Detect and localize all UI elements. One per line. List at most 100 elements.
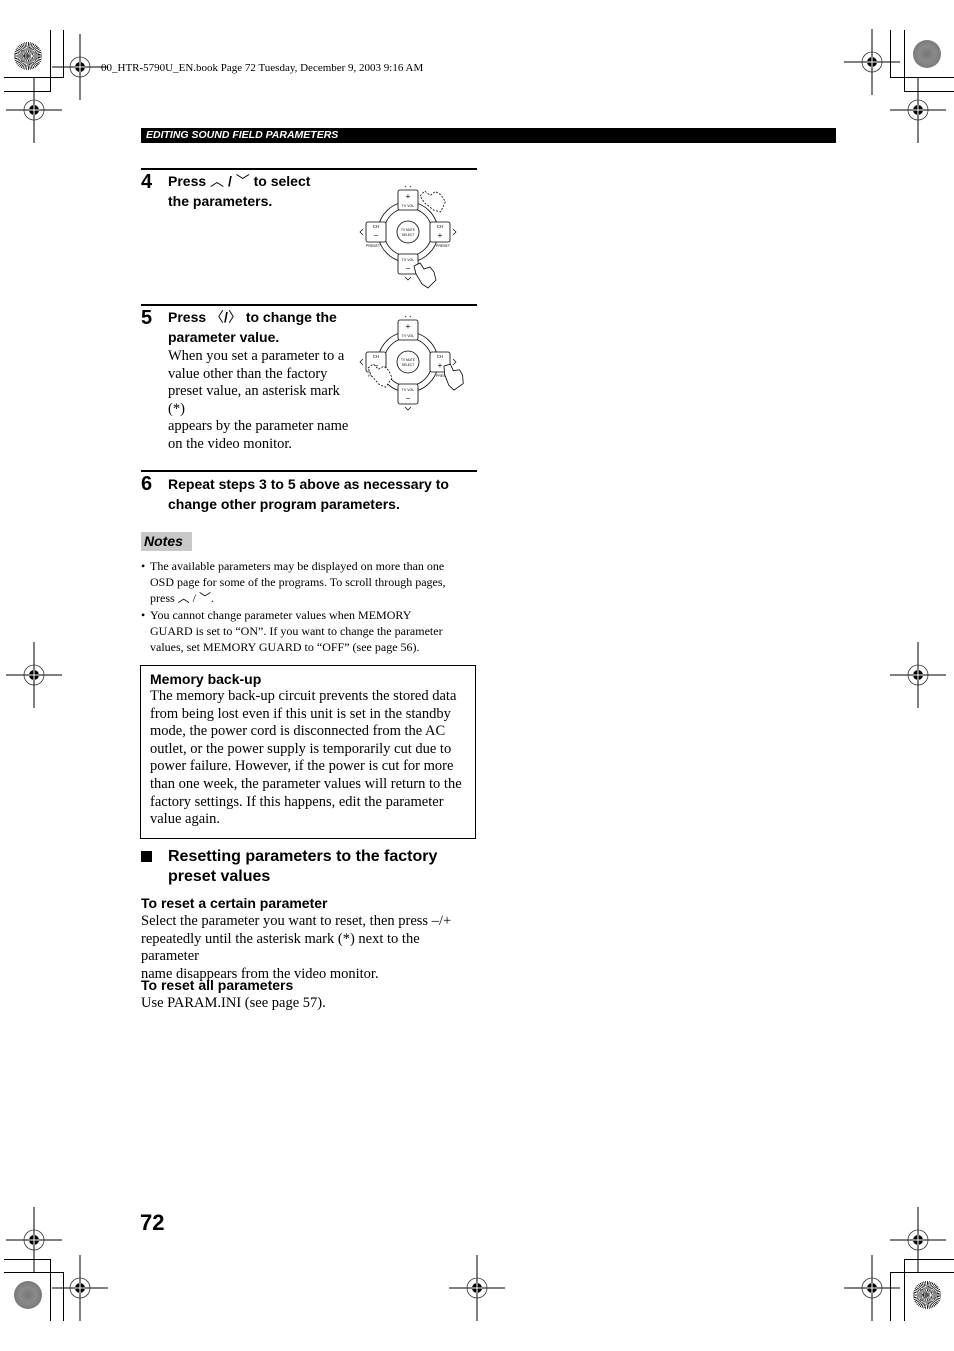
body-line: repeatedly until the asterisk mark (*) n…	[141, 930, 420, 965]
step-title-text: to select	[253, 173, 311, 189]
memory-backup-body: The memory back-up circuit prevents the …	[150, 688, 467, 829]
body-line: factory settings. If this happens, edit …	[150, 793, 444, 810]
registration-mark-icon	[844, 29, 900, 95]
step-title: Repeat steps 3 to 5 above as necessary t…	[168, 475, 478, 514]
step-body: When you set a parameter to a value othe…	[168, 348, 358, 454]
remote-control-illustration: + TV VOL TV VOL − CH − PRESET CH + PRESET TV MUTES…	[359, 186, 457, 289]
down-arrow-icon: ﹀	[235, 173, 250, 189]
button-label: TV VOL	[402, 334, 415, 338]
registration-mark-icon	[844, 1255, 900, 1321]
step-number: 6	[141, 473, 153, 495]
subsection-title: To reset all parameters	[141, 977, 294, 993]
registration-mark-icon	[890, 1207, 946, 1273]
memory-backup-box: Memory back-up The memory back-up circui…	[140, 665, 476, 839]
registration-mark-icon	[6, 1207, 62, 1273]
tv-mute-select-button	[396, 220, 420, 244]
subsection-body: Select the parameter you want to reset, …	[141, 913, 481, 983]
registration-mark-icon	[6, 77, 62, 143]
up-arrow-icon: ︿	[210, 173, 225, 189]
body-line: Select the parameter you want to reset, …	[141, 913, 452, 929]
step-divider	[141, 470, 477, 472]
minus-sign: −	[374, 231, 379, 240]
up-arrow-icon	[404, 316, 412, 318]
left-arrow-icon	[359, 228, 364, 236]
registration-mark-icon	[52, 34, 108, 100]
button-label: CH	[437, 354, 444, 359]
body-line: When you set a parameter to a	[168, 348, 345, 364]
preset-label: PRESET	[436, 244, 451, 248]
button-label: TV VOL	[402, 204, 415, 208]
plus-sign: +	[406, 322, 411, 331]
section-title-line: preset values	[168, 867, 271, 885]
body-line: than one week, the parameter values will…	[150, 775, 462, 792]
note-line: OSD page for some of the programs. To sc…	[150, 575, 446, 590]
registration-mark-icon	[449, 1255, 505, 1321]
body-line: The memory back-up circuit prevents the …	[150, 688, 457, 704]
step-title-text: Repeat steps 3 to 5 above as necessary t…	[168, 476, 449, 492]
body-line: appears by the parameter name	[168, 418, 349, 435]
right-arrow-icon	[452, 358, 457, 366]
separator: /	[227, 173, 232, 189]
body-line: value other than the factory	[168, 365, 328, 382]
minus-sign: −	[406, 394, 411, 403]
button-label: TV MUTE	[401, 358, 415, 362]
step-title-text: Press	[168, 173, 207, 189]
button-label: TV VOL	[402, 258, 415, 262]
body-line: mode, the power cord is disconnected fro…	[150, 723, 446, 740]
section-title: Resetting parameters to the factory pres…	[168, 847, 468, 886]
notes-label: Notes	[141, 532, 192, 551]
section-title-line: Resetting parameters to the factory	[168, 848, 438, 865]
step-title-text: parameter value.	[168, 328, 280, 345]
button-label: CH	[373, 224, 380, 229]
subsection-title: To reset a certain parameter	[141, 895, 328, 911]
step-title-text: the parameters.	[168, 192, 273, 209]
note-line: press ︿ / ﹀.	[150, 591, 214, 606]
down-arrow-icon	[404, 406, 412, 411]
plus-sign: +	[438, 231, 443, 240]
body-line: on the video monitor.	[168, 435, 293, 452]
button-label: CH	[437, 224, 444, 229]
registration-mark-icon	[890, 77, 946, 143]
step-title-text: to change the	[245, 309, 337, 325]
step-title: Press ︿ / ﹀ to select the parameters.	[168, 172, 310, 211]
step-number: 4	[141, 171, 153, 193]
note-item: You cannot change parameter values when …	[141, 607, 477, 656]
button-label: SELECT	[402, 233, 414, 237]
right-arrow-icon: 〉	[227, 309, 242, 325]
registration-mark-icon	[6, 642, 62, 708]
section-header-bar: EDITING SOUND FIELD PARAMETERS	[141, 128, 836, 143]
right-arrow-icon	[452, 228, 457, 236]
registration-mark-icon	[52, 1255, 108, 1321]
note-line: You cannot change parameter values when …	[150, 607, 412, 622]
body-line: outlet, or the power supply is temporari…	[150, 740, 452, 757]
registration-mark-icon	[890, 642, 946, 708]
body-line: value again.	[150, 811, 221, 828]
plus-sign: +	[406, 192, 411, 201]
body-line: power failure. However, if the power is …	[150, 758, 454, 775]
minus-sign: −	[406, 264, 411, 273]
hand-pointer-icon	[413, 262, 437, 289]
body-line: from being lost even if this unit is set…	[150, 705, 451, 722]
step-title: Press 〈/〉 to change the parameter value.	[168, 308, 337, 347]
left-arrow-icon	[359, 358, 364, 366]
print-info-line: 00_HTR-5790U_EN.book Page 72 Tuesday, De…	[101, 62, 424, 74]
step-title-text: change other program parameters.	[168, 495, 400, 512]
up-arrow-icon	[404, 186, 412, 188]
note-line: GUARD is set to “ON”. If you want to cha…	[150, 623, 443, 638]
button-label: TV MUTE	[401, 228, 415, 232]
step-divider	[141, 168, 477, 170]
step-title-text: Press	[168, 309, 207, 325]
body-line: (*)	[168, 400, 185, 417]
remote-control-illustration: +TV VOLTV VOL−CH−PRESCH+PRESETTV MUTESEL…	[359, 316, 464, 411]
subsection-body: Use PARAM.INI (see page 57).	[141, 995, 326, 1011]
step-divider	[141, 304, 477, 306]
note-item: The available parameters may be displaye…	[141, 558, 477, 607]
left-arrow-icon: 〈	[210, 309, 225, 325]
tv-mute-select-button	[396, 350, 420, 374]
step-number: 5	[141, 307, 153, 329]
notes-list: The available parameters may be displaye…	[141, 558, 477, 655]
preset-label: PRESET	[366, 244, 381, 248]
button-label: TV VOL	[402, 388, 415, 392]
button-label: CH	[373, 354, 380, 359]
body-line: preset value, an asterisk mark	[168, 383, 340, 400]
